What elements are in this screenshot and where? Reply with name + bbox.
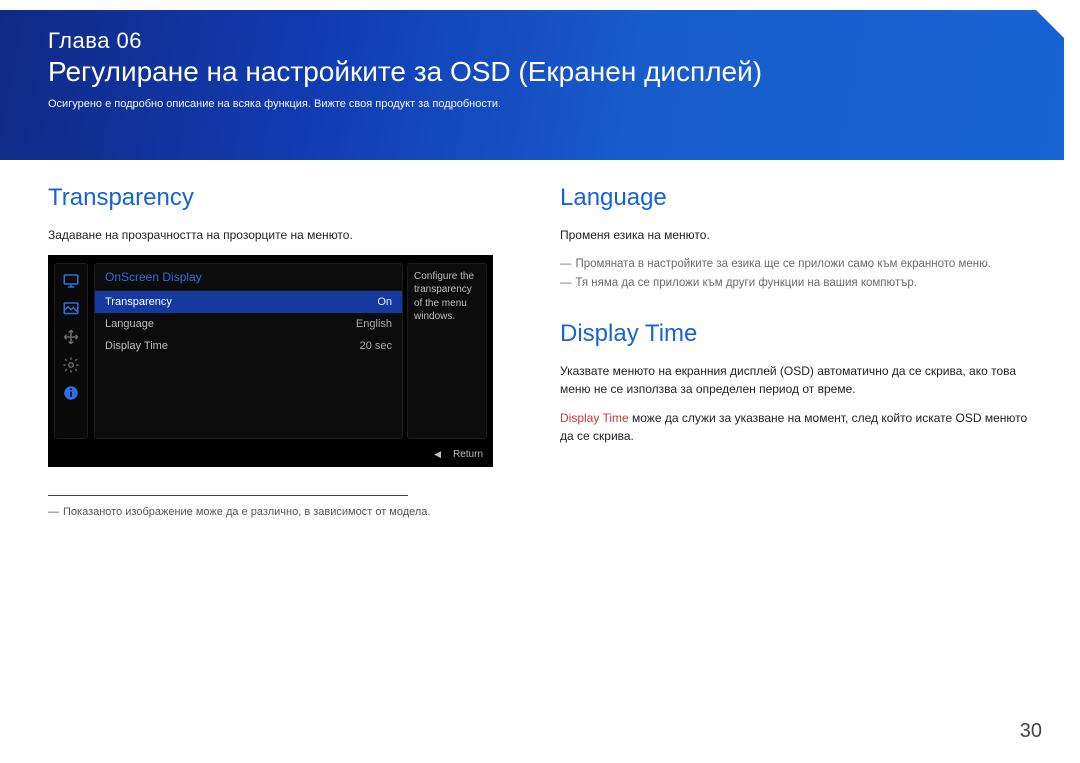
osd-row-value: 20 sec: [360, 340, 392, 352]
transparency-desc: Задаване на прозрачността на прозорците …: [48, 226, 520, 245]
language-note-2: ― Тя няма да се приложи към други функции…: [560, 274, 1032, 294]
osd-tip-line: Configure the: [414, 270, 480, 284]
dash-icon: ―: [560, 258, 572, 270]
info-icon: [58, 380, 84, 406]
osd-row-transparency: Transparency On: [95, 291, 402, 313]
language-heading: Language: [560, 184, 1032, 212]
dash-icon: ―: [560, 277, 572, 289]
osd-tip-line: of the menu: [414, 297, 480, 311]
transparency-heading: Transparency: [48, 184, 520, 212]
image-footnote: ― Показаното изображение може да е различ…: [48, 506, 520, 518]
display-time-highlight-label: Display Time: [560, 411, 629, 425]
osd-row-value: English: [356, 318, 392, 330]
osd-footer: ◀ Return: [48, 443, 493, 467]
osd-row-language: Language English: [95, 313, 402, 335]
display-time-heading: Display Time: [560, 320, 1032, 348]
right-column: Language Променя езика на менюто. ― Промя…: [560, 184, 1032, 518]
note-text: Тя няма да се приложи към други функции …: [576, 277, 917, 289]
monitor-icon: [58, 268, 84, 294]
osd-row-label: Transparency: [105, 296, 172, 308]
osd-screenshot: OnScreen Display Transparency On Languag…: [48, 255, 493, 467]
page-curl-icon: [1036, 10, 1064, 38]
picture-icon: [58, 296, 84, 322]
osd-row-display-time: Display Time 20 sec: [95, 335, 402, 357]
osd-row-label: Language: [105, 318, 154, 330]
osd-sidebar: [54, 263, 88, 439]
language-desc: Променя езика на менюто.: [560, 226, 1032, 245]
display-time-highlight: Display Time може да служи за указване н…: [560, 409, 1032, 446]
osd-tip-line: transparency: [414, 283, 480, 297]
footnote-text: Показаното изображение може да е различн…: [63, 506, 431, 518]
gear-icon: [58, 352, 84, 378]
move-icon: [58, 324, 84, 350]
dash-icon: ―: [48, 506, 59, 518]
osd-row-label: Display Time: [105, 340, 168, 352]
back-arrow-icon: ◀: [434, 449, 441, 460]
page-number: 30: [1020, 720, 1042, 743]
note-text: Промяната в настройките за езика ще се п…: [576, 258, 991, 270]
chapter-banner: Глава 06 Регулиране на настройките за OS…: [0, 10, 1064, 160]
chapter-label: Глава 06: [48, 28, 1024, 54]
chapter-subtitle: Осигурено е подробно описание на всяка ф…: [48, 98, 1024, 110]
osd-tip-line: windows.: [414, 310, 480, 324]
display-time-desc: Указвате менюто на екранния дисплей (OSD…: [560, 362, 1032, 399]
osd-tip: Configure the transparency of the menu w…: [407, 263, 487, 439]
osd-row-value: On: [377, 296, 392, 308]
osd-return-label: Return: [453, 449, 483, 460]
display-time-highlight-rest: може да служи за указване на момент, сле…: [560, 411, 1027, 444]
left-column: Transparency Задаване на прозрачността н…: [48, 184, 520, 518]
language-note-1: ― Промяната в настройките за езика ще се …: [560, 255, 1032, 275]
osd-panel-title: OnScreen Display: [95, 264, 402, 291]
osd-panel: OnScreen Display Transparency On Languag…: [94, 263, 403, 439]
footnote-divider: [48, 495, 408, 496]
chapter-title: Регулиране на настройките за OSD (Екране…: [48, 56, 1024, 88]
